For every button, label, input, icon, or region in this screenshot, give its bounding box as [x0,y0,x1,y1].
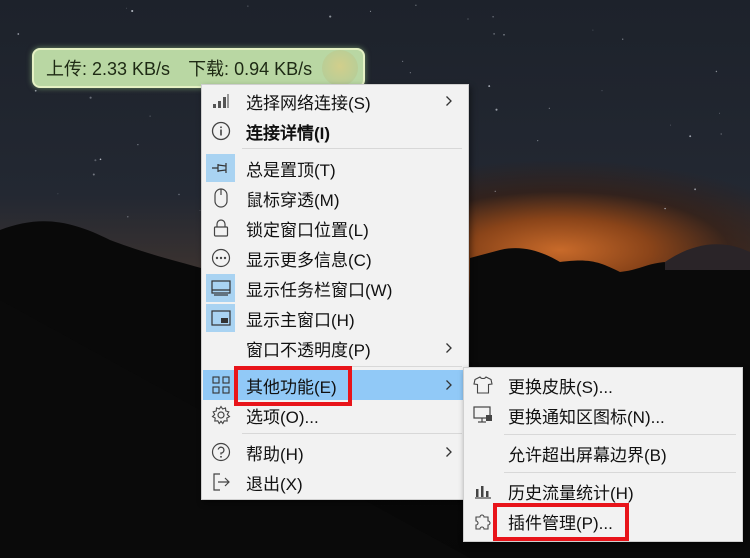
menu-item-exit[interactable]: 退出(X) [203,467,467,497]
pin-icon [206,154,235,182]
annotation-highlight-box [234,366,352,406]
monitor-icon [468,401,497,429]
menu-item-label: 允许超出屏幕边界(B) [508,445,667,465]
info-icon [206,117,235,145]
context-menu: 选择网络连接(S) 连接详情(I) 总是置顶(T) 鼠标穿透(M) 锁定窗口位置… [201,84,469,500]
menu-item-label: 总是置顶(T) [246,160,336,180]
menu-item-label: 选择网络连接(S) [246,93,371,113]
menu-separator [504,434,736,435]
chevron-right-icon [443,377,455,393]
chevron-right-icon [443,93,455,109]
menu-item-show-more-info[interactable]: 显示更多信息(C) [203,243,467,273]
signal-bars-icon [206,87,235,115]
window-icon [206,304,235,332]
menu-item-help[interactable]: 帮助(H) [203,437,467,467]
menu-item-always-on-top[interactable]: 总是置顶(T) [203,153,467,183]
menu-item-label: 连接详情(I) [246,123,331,143]
menu-item-label: 锁定窗口位置(L) [246,220,369,240]
annotation-highlight-box [493,503,629,541]
menu-separator [504,472,736,473]
menu-item-label: 鼠标穿透(M) [246,190,340,210]
bar-chart-icon [468,477,497,505]
menu-item-show-main-window[interactable]: 显示主窗口(H) [203,303,467,333]
network-speed-widget[interactable]: 上传: 2.33 KB/s 下载: 0.94 KB/s [32,48,365,88]
grid-apps-icon [206,371,235,399]
menu-item-connection-details[interactable]: 连接详情(I) [203,116,467,146]
menu-separator [242,433,462,434]
upload-speed: 上传: 2.33 KB/s [46,59,171,79]
menu-item-label: 历史流量统计(H) [508,483,634,503]
menu-item-label: 更换通知区图标(N)... [508,407,665,427]
mouse-icon [206,184,235,212]
exit-icon [206,468,235,496]
menu-item-show-taskbar-window[interactable]: 显示任务栏窗口(W) [203,273,467,303]
menu-item-label: 显示更多信息(C) [246,250,372,270]
gear-icon [206,401,235,429]
chevron-right-icon [443,340,455,356]
menu-item-label: 显示主窗口(H) [246,310,355,330]
shirt-icon [468,371,497,399]
menu-item-select-connection[interactable]: 选择网络连接(S) [203,86,467,116]
more-dots-icon [206,244,235,272]
menu-item-label: 显示任务栏窗口(W) [246,280,393,300]
menu-item-mouse-through[interactable]: 鼠标穿透(M) [203,183,467,213]
chevron-right-icon [443,444,455,460]
submenu-item-change-tray-icon[interactable]: 更换通知区图标(N)... [465,400,741,430]
menu-item-label: 窗口不透明度(P) [246,340,371,360]
submenu-item-traffic-history[interactable]: 历史流量统计(H) [465,476,741,506]
menu-item-label: 退出(X) [246,474,303,494]
menu-separator [242,148,462,149]
menu-item-lock-position[interactable]: 锁定窗口位置(L) [203,213,467,243]
menu-item-label: 帮助(H) [246,444,304,464]
help-icon [206,438,235,466]
lock-icon [206,214,235,242]
taskbar-icon [206,274,235,302]
menu-item-label: 更换皮肤(S)... [508,377,613,397]
download-speed: 下载: 0.94 KB/s [188,59,313,79]
menu-item-label: 选项(O)... [246,407,319,427]
submenu-item-change-skin[interactable]: 更换皮肤(S)... [465,370,741,400]
submenu-item-allow-out-of-bounds[interactable]: 允许超出屏幕边界(B) [465,438,741,468]
menu-item-window-opacity[interactable]: 窗口不透明度(P) [203,333,467,363]
widget-decoration-icon [322,50,358,86]
